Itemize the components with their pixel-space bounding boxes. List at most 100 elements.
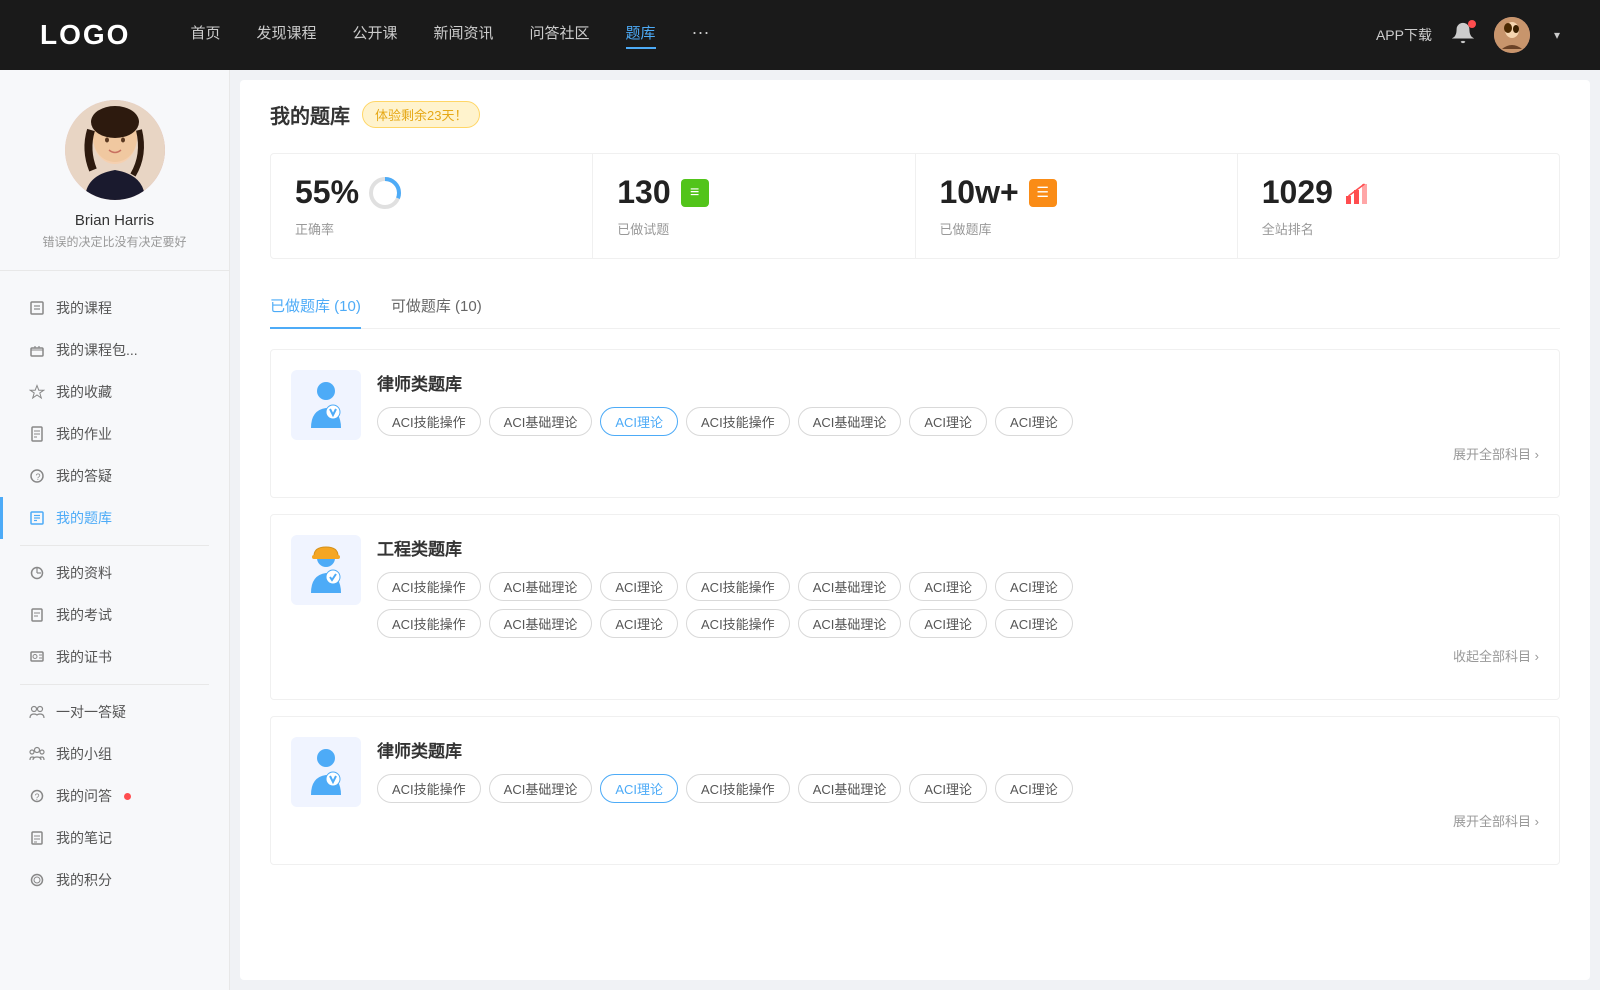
sidebar-item-myqa[interactable]: ? 我的问答 <box>0 775 229 817</box>
expand-link-3[interactable]: 展开全部科目 › <box>377 811 1539 830</box>
nav: 首页 发现课程 公开课 新闻资讯 问答社区 题库 ··· <box>190 22 1376 49</box>
tag-1-4[interactable]: ACI基础理论 <box>798 407 902 436</box>
tag-2-r2-2[interactable]: ACI理论 <box>600 609 678 638</box>
tag-2-r2-1[interactable]: ACI基础理论 <box>489 609 593 638</box>
accuracy-label: 正确率 <box>295 219 568 238</box>
sidebar-label-exam: 我的考试 <box>56 605 112 625</box>
tag-1-0[interactable]: ACI技能操作 <box>377 407 481 436</box>
done-questions-label: 已做试题 <box>617 219 890 238</box>
tag-1-3[interactable]: ACI技能操作 <box>686 407 790 436</box>
nav-opencourse[interactable]: 公开课 <box>352 22 397 49</box>
stat-done-questions-main: 130 ≡ <box>617 174 890 211</box>
sidebar-item-favorites[interactable]: 我的收藏 <box>0 371 229 413</box>
sidebar-item-homework[interactable]: 我的作业 <box>0 413 229 455</box>
nav-more[interactable]: ··· <box>692 22 710 49</box>
nav-discover[interactable]: 发现课程 <box>256 22 316 49</box>
quiz-icon <box>28 509 46 527</box>
sidebar-item-notes[interactable]: 我的笔记 <box>0 817 229 859</box>
nav-quiz[interactable]: 题库 <box>626 22 656 49</box>
sidebar-item-exam[interactable]: 我的考试 <box>0 594 229 636</box>
tag-2-4[interactable]: ACI基础理论 <box>798 572 902 601</box>
tag-3-1[interactable]: ACI基础理论 <box>489 774 593 803</box>
tag-2-1[interactable]: ACI基础理论 <box>489 572 593 601</box>
divider-1 <box>20 545 209 546</box>
user-menu-chevron[interactable]: ▾ <box>1554 28 1560 42</box>
sidebar-label-cert: 我的证书 <box>56 647 112 667</box>
tag-1-6[interactable]: ACI理论 <box>995 407 1073 436</box>
tag-2-5[interactable]: ACI理论 <box>909 572 987 601</box>
nav-qa[interactable]: 问答社区 <box>530 22 590 49</box>
tag-2-r2-4[interactable]: ACI基础理论 <box>798 609 902 638</box>
quiz-section-2-tags-row2: ACI技能操作 ACI基础理论 ACI理论 ACI技能操作 ACI基础理论 AC… <box>377 609 1539 638</box>
sidebar-item-cert[interactable]: 我的证书 <box>0 636 229 678</box>
sidebar-item-quiz[interactable]: 我的题库 <box>0 497 229 539</box>
nav-home[interactable]: 首页 <box>190 22 220 49</box>
sidebar-item-oneone[interactable]: 一对一答疑 <box>0 691 229 733</box>
question-icon: ? <box>28 467 46 485</box>
sidebar-label-notes: 我的笔记 <box>56 828 112 848</box>
expand-link-1[interactable]: 展开全部科目 › <box>377 444 1539 463</box>
tag-3-4[interactable]: ACI基础理论 <box>798 774 902 803</box>
notification-bell[interactable] <box>1452 22 1474 49</box>
quiz-section-1-tags: ACI技能操作 ACI基础理论 ACI理论 ACI技能操作 ACI基础理论 AC… <box>377 407 1539 436</box>
tag-2-r2-0[interactable]: ACI技能操作 <box>377 609 481 638</box>
quiz-section-2: 工程类题库 ACI技能操作 ACI基础理论 ACI理论 ACI技能操作 ACI基… <box>270 514 1560 700</box>
tag-1-1[interactable]: ACI基础理论 <box>489 407 593 436</box>
tag-2-2[interactable]: ACI理论 <box>600 572 678 601</box>
quiz-section-3-tags: ACI技能操作 ACI基础理论 ACI理论 ACI技能操作 ACI基础理论 AC… <box>377 774 1539 803</box>
quiz-section-1-content: 律师类题库 ACI技能操作 ACI基础理论 ACI理论 ACI技能操作 ACI基… <box>377 370 1539 463</box>
tag-3-6[interactable]: ACI理论 <box>995 774 1073 803</box>
sidebar-item-course[interactable]: 我的课程 <box>0 287 229 329</box>
tab-available-banks[interactable]: 可做题库 (10) <box>391 287 482 328</box>
data-icon <box>28 564 46 582</box>
list-icon: ☰ <box>1029 179 1057 207</box>
sidebar-label-group: 我的小组 <box>56 744 112 764</box>
quiz-section-3-title: 律师类题库 <box>377 737 1539 762</box>
group-icon <box>28 745 46 763</box>
tag-1-2[interactable]: ACI理论 <box>600 407 678 436</box>
tag-2-0[interactable]: ACI技能操作 <box>377 572 481 601</box>
sidebar-label-points: 我的积分 <box>56 870 112 890</box>
svg-text:?: ? <box>36 472 41 482</box>
tag-3-2[interactable]: ACI理论 <box>600 774 678 803</box>
sidebar-label-homework: 我的作业 <box>56 424 112 444</box>
tag-2-r2-5[interactable]: ACI理论 <box>909 609 987 638</box>
tag-2-r2-3[interactable]: ACI技能操作 <box>686 609 790 638</box>
sidebar-item-data[interactable]: 我的资料 <box>0 552 229 594</box>
app-download-link[interactable]: APP下载 <box>1376 25 1432 45</box>
homework-icon <box>28 425 46 443</box>
tag-3-5[interactable]: ACI理论 <box>909 774 987 803</box>
trial-badge: 体验剩余23天！ <box>362 101 480 128</box>
star-icon <box>28 383 46 401</box>
points-icon <box>28 871 46 889</box>
stat-done-banks-main: 10w+ ☰ <box>940 174 1213 211</box>
svg-text:?: ? <box>35 792 40 802</box>
sidebar-item-group[interactable]: 我的小组 <box>0 733 229 775</box>
tag-3-0[interactable]: ACI技能操作 <box>377 774 481 803</box>
sidebar-item-qa[interactable]: ? 我的答疑 <box>0 455 229 497</box>
stat-ranking: 1029 全站排名 <box>1238 154 1559 258</box>
sidebar-label-data: 我的资料 <box>56 563 112 583</box>
quiz-section-2-title: 工程类题库 <box>377 535 1539 560</box>
tag-2-6[interactable]: ACI理论 <box>995 572 1073 601</box>
done-banks-label: 已做题库 <box>940 219 1213 238</box>
avatar[interactable] <box>1494 17 1530 53</box>
tag-1-5[interactable]: ACI理论 <box>909 407 987 436</box>
ranking-value: 1029 <box>1262 174 1333 211</box>
quiz-section-2-content: 工程类题库 ACI技能操作 ACI基础理论 ACI理论 ACI技能操作 ACI基… <box>377 535 1539 665</box>
profile-section: Brian Harris 错误的决定比没有决定要好 <box>0 100 229 271</box>
header: LOGO 首页 发现课程 公开课 新闻资讯 问答社区 题库 ··· APP下载 <box>0 0 1600 70</box>
tag-2-3[interactable]: ACI技能操作 <box>686 572 790 601</box>
note-icon <box>28 829 46 847</box>
collapse-link-2[interactable]: 收起全部科目 › <box>377 646 1539 665</box>
sidebar-label-course: 我的课程 <box>56 298 112 318</box>
tab-done-banks[interactable]: 已做题库 (10) <box>270 287 361 328</box>
quiz-section-1: 律师类题库 ACI技能操作 ACI基础理论 ACI理论 ACI技能操作 ACI基… <box>270 349 1560 498</box>
sidebar-item-package[interactable]: 我的课程包... <box>0 329 229 371</box>
sidebar-item-points[interactable]: 我的积分 <box>0 859 229 901</box>
tag-2-r2-6[interactable]: ACI理论 <box>995 609 1073 638</box>
profile-name: Brian Harris <box>75 212 154 229</box>
nav-news[interactable]: 新闻资讯 <box>434 22 494 49</box>
qa-red-dot <box>124 793 131 800</box>
tag-3-3[interactable]: ACI技能操作 <box>686 774 790 803</box>
